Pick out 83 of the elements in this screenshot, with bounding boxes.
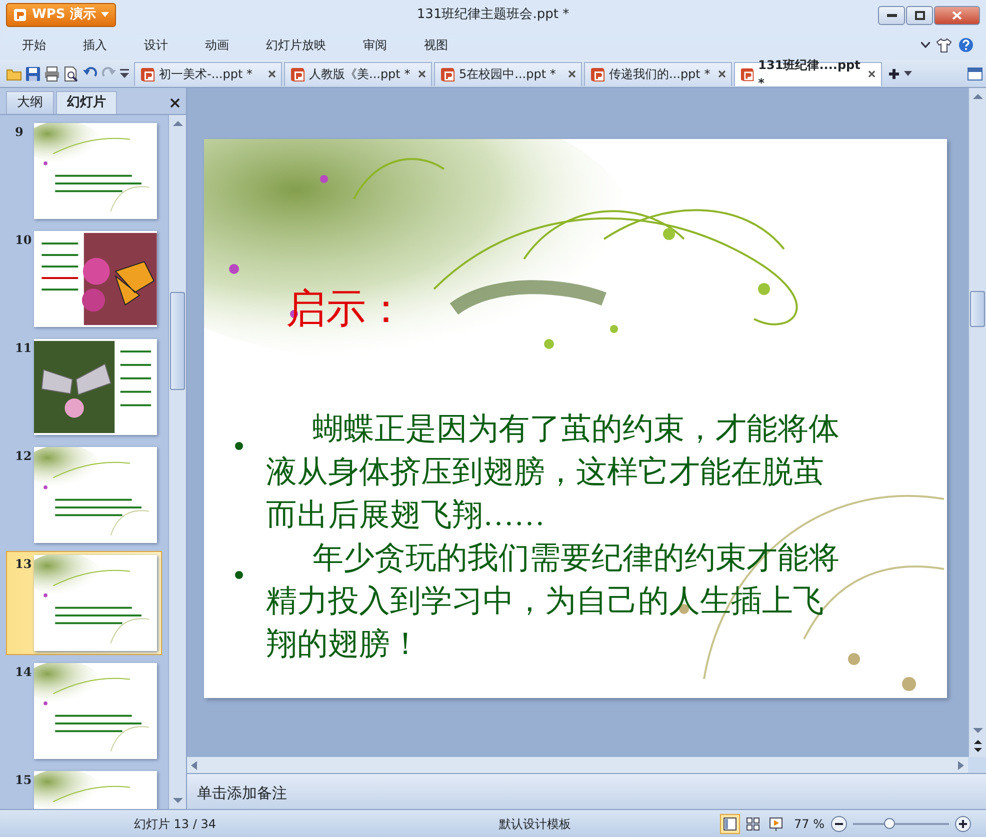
window-title: 131班纪律主题班会.ppt * (416, 6, 570, 24)
maximize-button[interactable] (906, 6, 933, 24)
bullet-icon (234, 440, 244, 451)
bullet-text: 年少贪玩的我们需要纪律的约束才能将精力投入到学习中，为自己的人生插上飞翔的翅膀！ (266, 539, 840, 663)
maximize-icon (914, 10, 924, 20)
slide-heading: 启示： (286, 285, 406, 333)
scroll-left-icon[interactable] (191, 760, 197, 770)
grid-icon (746, 816, 760, 830)
zoom-percent: 77 % (794, 816, 824, 832)
menu-item[interactable]: 动画 (191, 36, 243, 54)
menu-item[interactable]: 视图 (410, 36, 462, 54)
scrollbar[interactable] (168, 115, 186, 809)
close-button[interactable] (934, 6, 980, 24)
slide-number: 15 (15, 772, 33, 789)
presentation-file-icon (290, 66, 305, 82)
menu-item[interactable]: 开始 (8, 36, 60, 54)
scroll-right-icon[interactable] (958, 760, 964, 770)
slide-thumbnail[interactable]: 9 (6, 119, 162, 223)
scroll-thumb[interactable] (170, 292, 185, 390)
document-tab[interactable]: 人教版《美...ppt * (284, 62, 432, 86)
notes-field[interactable]: 单击添加备注 (187, 773, 986, 809)
scroll-thumb[interactable] (970, 291, 985, 327)
bullet-icon (234, 570, 244, 580)
close-icon[interactable] (170, 98, 180, 108)
slide-thumbnail[interactable]: 13 (6, 551, 162, 655)
close-icon[interactable] (568, 70, 576, 78)
presentation-file-icon (440, 66, 455, 82)
bullet-text: 蝴蝶正是因为有了茧的约束，才能将体液从身体挤压到翅膀，这样它才能在脱茧而出后展翅飞翔…… (266, 410, 840, 534)
scroll-down-icon[interactable] (972, 728, 982, 733)
play-icon (769, 816, 783, 830)
printer-icon[interactable] (44, 66, 60, 82)
caret-icon[interactable] (904, 70, 912, 76)
slide-number: 11 (15, 340, 33, 357)
slide-number: 10 (15, 232, 33, 249)
slide-number: 13 (15, 556, 33, 573)
toolbar-options-icon[interactable] (120, 68, 129, 78)
zoom-out-button[interactable] (830, 816, 846, 832)
slide-thumbnail[interactable]: 10 (6, 227, 162, 331)
scroll-up-icon[interactable] (972, 94, 982, 99)
chevron-down-icon[interactable] (921, 42, 930, 48)
minimize-button[interactable] (878, 6, 905, 24)
add-icon[interactable] (887, 66, 901, 80)
minimize-icon (886, 13, 896, 17)
template-name: 默认设计模板 (498, 816, 572, 832)
slide-counter: 幻灯片 13 / 34 (132, 816, 218, 832)
slide-number: 14 (15, 664, 33, 681)
close-icon (952, 10, 962, 20)
close-icon[interactable] (868, 70, 876, 78)
menu-item[interactable]: 审阅 (349, 36, 401, 54)
presentation-file-icon (590, 66, 605, 82)
slide-thumbnail[interactable]: 14 (6, 659, 162, 763)
close-icon[interactable] (718, 70, 726, 78)
normal-view-icon (723, 816, 737, 830)
app-logo-icon (13, 8, 27, 22)
menu-item[interactable]: 设计 (130, 36, 182, 54)
slide-number: 9 (15, 124, 24, 141)
panel-tab[interactable]: 大纲 (6, 91, 54, 114)
document-tab[interactable]: 5在校园中...ppt * (434, 62, 582, 86)
slide-number: 12 (15, 448, 33, 465)
shirt-icon[interactable] (936, 38, 952, 52)
menu-item[interactable]: 幻灯片放映 (252, 36, 340, 54)
close-icon[interactable] (418, 70, 426, 78)
zoom-slider-thumb[interactable] (884, 818, 895, 828)
panel-tab[interactable]: 幻灯片 (56, 91, 117, 114)
plus-icon (958, 820, 966, 828)
slide-thumbnail[interactable]: 12 (6, 443, 162, 547)
menu-item[interactable]: 插入 (69, 36, 121, 54)
previous-next-slide-icon[interactable] (974, 739, 982, 753)
document-tab[interactable]: 传递我们的...ppt * (584, 62, 732, 86)
presentation-file-icon (140, 66, 155, 82)
slide-thumbnail[interactable]: 11 (6, 335, 162, 439)
normal-view-button[interactable] (720, 814, 740, 834)
document-tab[interactable]: 初一美术-...ppt * (134, 62, 282, 86)
zoom-in-button[interactable] (954, 816, 970, 832)
window-layout-icon[interactable] (967, 66, 983, 80)
caret-icon (100, 12, 109, 18)
save-icon[interactable] (25, 66, 41, 82)
scrollbar[interactable] (968, 88, 986, 757)
help-icon[interactable] (958, 37, 974, 53)
print-preview-icon[interactable] (63, 66, 79, 82)
slide-thumbnail[interactable]: 15 (6, 767, 162, 809)
close-icon[interactable] (268, 70, 276, 78)
presentation-file-icon (740, 66, 754, 82)
